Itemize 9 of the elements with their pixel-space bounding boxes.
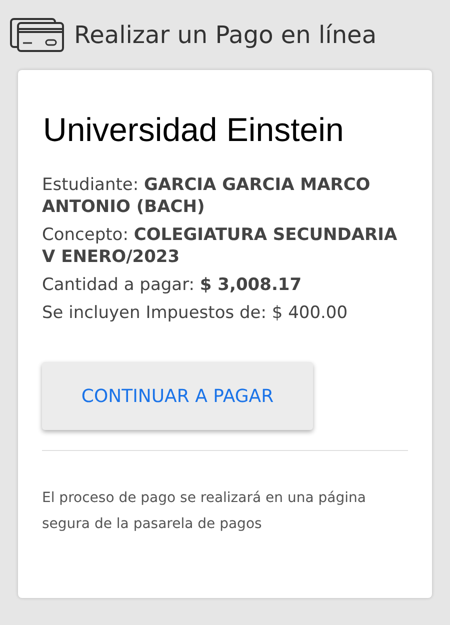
payment-detail: Concepto: COLEGIATURA SECUNDARIA V ENERO/2023 xyxy=(42,224,398,268)
payment-detail: Cantidad a pagar: $ 3,008.17 xyxy=(42,274,303,296)
continue-button[interactable]: CONTINUAR A PAGAR xyxy=(42,362,313,430)
payment-detail: Estudiante: GARCIA GARCIA MARCO ANTONIO (BACH) xyxy=(42,174,372,218)
payment-detail: Se incluyen Impuestos de: $ 400.00 xyxy=(42,302,349,324)
security-note: El proceso de pago se realizará en una página segura de la pasarela de pagos xyxy=(42,489,367,534)
credit-card-icon xyxy=(10,18,64,52)
institution-name: Universidad Einstein xyxy=(42,110,345,150)
page-title: Realizar un Pago en línea xyxy=(74,20,377,51)
